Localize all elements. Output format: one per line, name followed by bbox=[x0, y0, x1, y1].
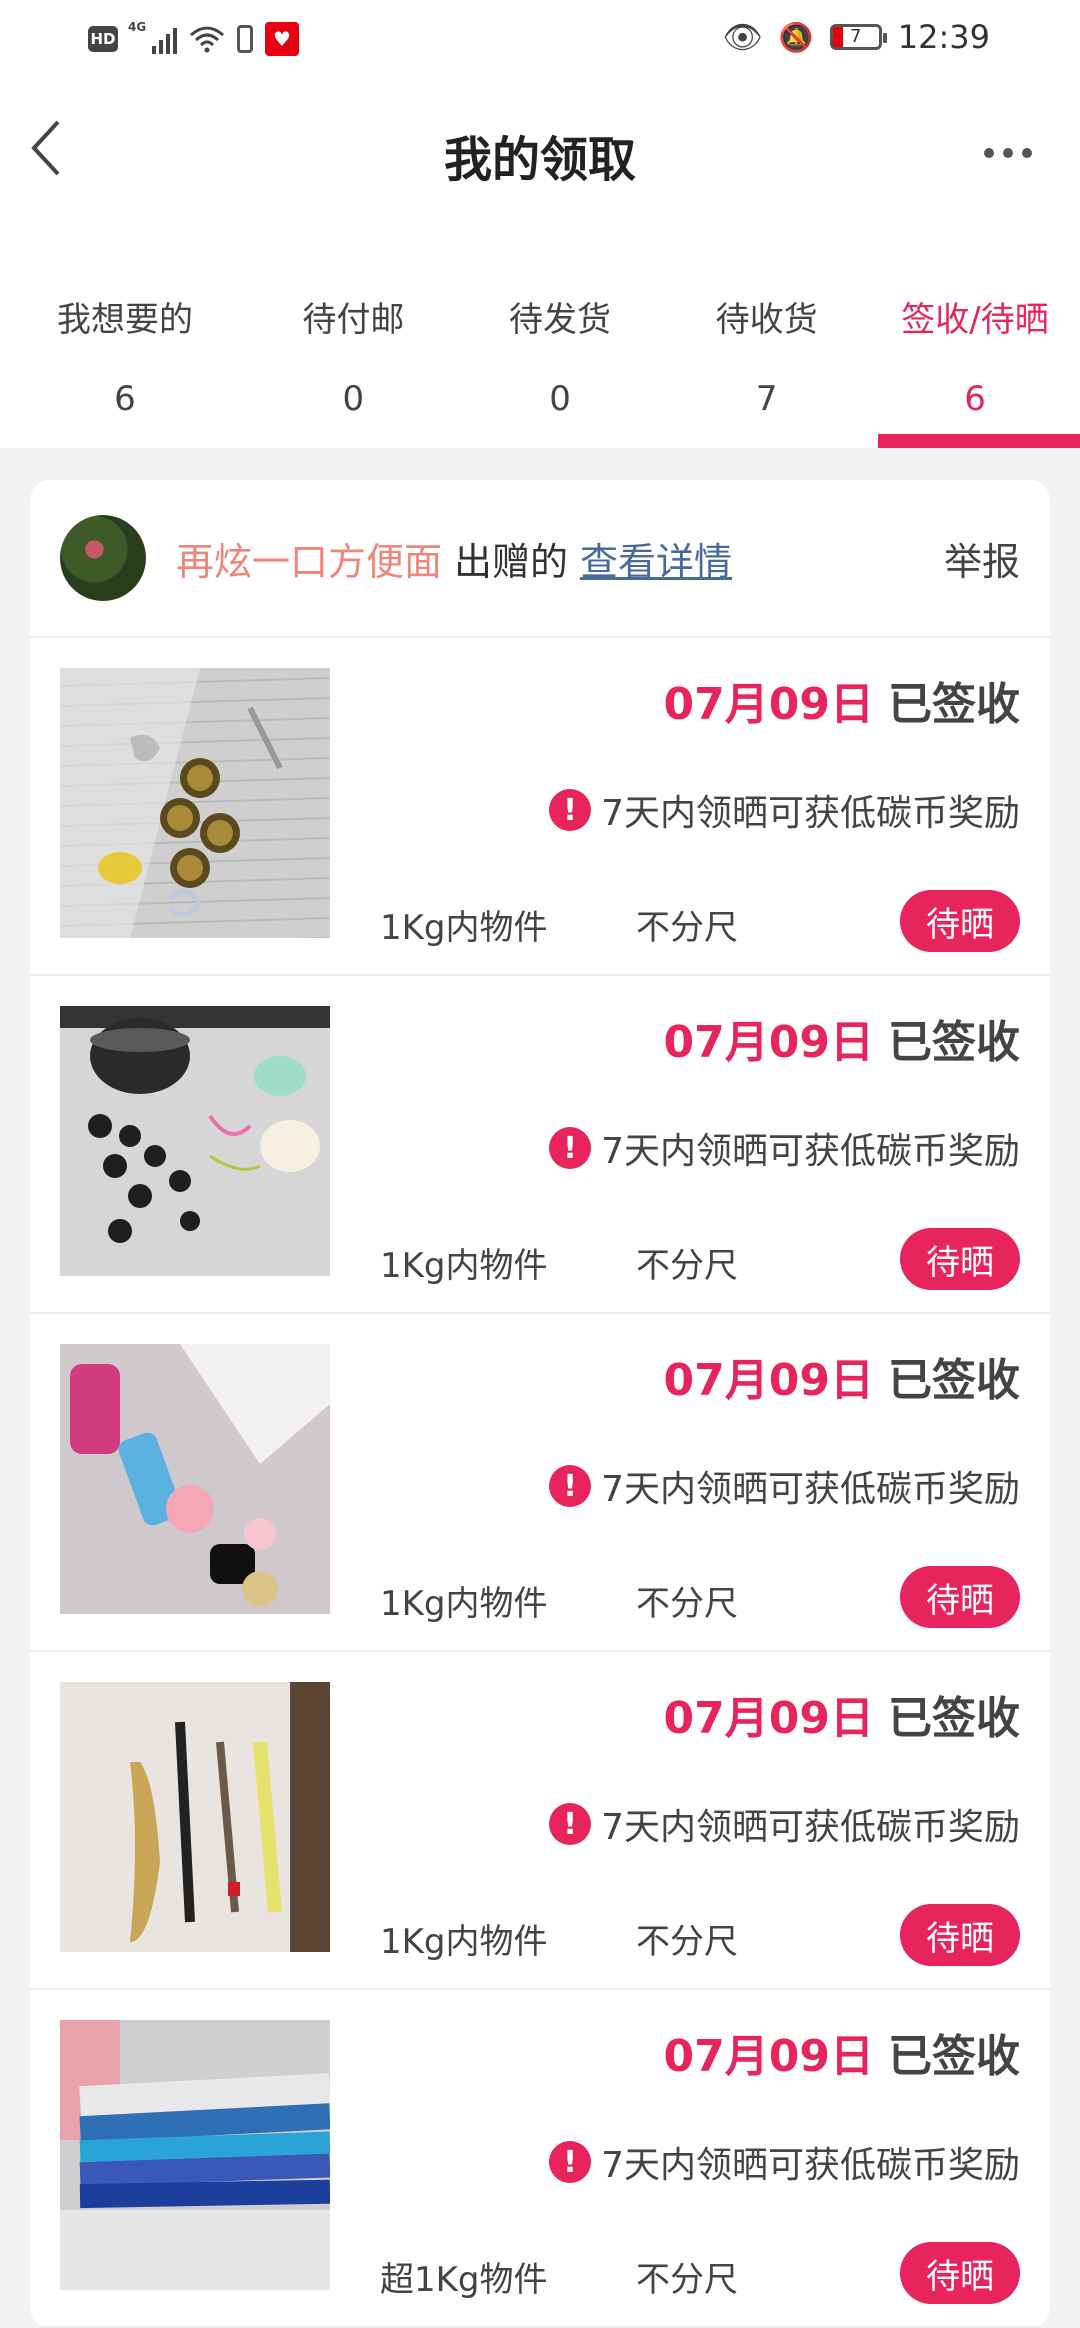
status-bar: HD 4G ♥ 👁 🔕 7 12:39 bbox=[0, 0, 1080, 80]
weight-label: 1Kg内物件 bbox=[380, 1922, 548, 1962]
list-item[interactable]: 07月09日 已签收 ! 7天内领晒可获低碳币奖励 1Kg内物件 不分尺 待晒 bbox=[30, 976, 1050, 1314]
clock: 12:39 bbox=[897, 18, 990, 56]
size-label: 不分尺 bbox=[636, 1922, 738, 1962]
alert-icon: ! bbox=[549, 1465, 592, 1507]
report-button[interactable]: 举报 bbox=[944, 531, 1020, 586]
share-pending-button[interactable]: 待晒 bbox=[900, 1566, 1020, 1628]
item-photo[interactable] bbox=[60, 1006, 330, 1276]
donor-name[interactable]: 再炫一口方便面 bbox=[176, 531, 442, 586]
tab-pending-receipt[interactable]: 待收货 7 bbox=[663, 228, 870, 448]
phone-icon bbox=[237, 25, 253, 53]
item-photo[interactable] bbox=[60, 2020, 330, 2290]
signed-date: 07月09日 已签收 bbox=[663, 1017, 1020, 1068]
order-card: 再炫一口方便面 出赠的 查看详情 举报 07月09日 已签收 ! 7天内领晒可获… bbox=[30, 480, 1050, 2328]
signed-date: 07月09日 已签收 bbox=[663, 2031, 1020, 2082]
signed-date: 07月09日 已签收 bbox=[663, 1693, 1020, 1744]
tab-pending-shipment[interactable]: 待发货 0 bbox=[457, 228, 664, 448]
signal-icon: 4G bbox=[128, 20, 177, 54]
share-pending-button[interactable]: 待晒 bbox=[900, 1228, 1020, 1290]
list-item[interactable]: 07月09日 已签收 ! 7天内领晒可获低碳币奖励 1Kg内物件 不分尺 待晒 bbox=[30, 1314, 1050, 1652]
page-title: 我的领取 bbox=[443, 132, 636, 188]
reward-notice: ! 7天内领晒可获低碳币奖励 bbox=[549, 784, 1020, 836]
item-photo[interactable] bbox=[60, 1682, 330, 1952]
share-pending-button[interactable]: 待晒 bbox=[900, 1904, 1020, 1966]
weight-label: 1Kg内物件 bbox=[380, 1584, 548, 1624]
app-notification-icon: ♥ bbox=[265, 22, 299, 56]
reward-notice: ! 7天内领晒可获低碳币奖励 bbox=[549, 1460, 1020, 1512]
weight-label: 1Kg内物件 bbox=[380, 1246, 548, 1286]
size-label: 不分尺 bbox=[636, 1246, 738, 1286]
weight-label: 1Kg内物件 bbox=[380, 908, 548, 948]
active-tab-indicator bbox=[878, 434, 1080, 448]
bell-muted-icon: 🔕 bbox=[778, 20, 814, 54]
battery-icon: 7 bbox=[829, 24, 887, 50]
list-item[interactable]: 07月09日 已签收 ! 7天内领晒可获低碳币奖励 超1Kg物件 不分尺 待晒 bbox=[30, 1990, 1050, 2328]
item-photo[interactable] bbox=[60, 668, 330, 938]
tab-pending-postage[interactable]: 待付邮 0 bbox=[250, 228, 457, 448]
donor-row: 再炫一口方便面 出赠的 查看详情 举报 bbox=[30, 480, 1050, 638]
alert-icon: ! bbox=[549, 1803, 592, 1845]
alert-icon: ! bbox=[549, 2141, 592, 2183]
share-pending-button[interactable]: 待晒 bbox=[900, 2242, 1020, 2304]
reward-notice: ! 7天内领晒可获低碳币奖励 bbox=[549, 2136, 1020, 2188]
donor-avatar[interactable] bbox=[60, 515, 146, 601]
reward-notice: ! 7天内领晒可获低碳币奖励 bbox=[549, 1122, 1020, 1174]
share-pending-button[interactable]: 待晒 bbox=[900, 890, 1020, 952]
tab-wanted[interactable]: 我想要的 6 bbox=[0, 228, 250, 448]
size-label: 不分尺 bbox=[636, 1584, 738, 1624]
size-label: 不分尺 bbox=[636, 2260, 738, 2300]
more-options-button[interactable] bbox=[984, 148, 1032, 158]
signed-date: 07月09日 已签收 bbox=[663, 679, 1020, 730]
wifi-icon bbox=[190, 26, 224, 53]
list-item[interactable]: 07月09日 已签收 ! 7天内领晒可获低碳币奖励 1Kg内物件 不分尺 待晒 bbox=[30, 638, 1050, 976]
eye-icon: 👁 bbox=[722, 18, 763, 56]
item-photo[interactable] bbox=[60, 1344, 330, 1614]
reward-notice: ! 7天内领晒可获低碳币奖励 bbox=[549, 1798, 1020, 1850]
signed-date: 07月09日 已签收 bbox=[663, 1355, 1020, 1406]
weight-label: 超1Kg物件 bbox=[380, 2260, 548, 2300]
size-label: 不分尺 bbox=[636, 908, 738, 948]
alert-icon: ! bbox=[549, 1127, 592, 1169]
hd-icon: HD bbox=[88, 26, 118, 52]
app-header: 我的领取 bbox=[0, 80, 1080, 228]
view-details-link[interactable]: 查看详情 bbox=[580, 531, 732, 586]
list-item[interactable]: 07月09日 已签收 ! 7天内领晒可获低碳币奖励 1Kg内物件 不分尺 待晒 bbox=[30, 1652, 1050, 1990]
alert-icon: ! bbox=[549, 789, 592, 831]
status-tabs: 我想要的 6 待付邮 0 待发货 0 待收货 7 签收/待晒 6 bbox=[0, 228, 1080, 448]
donor-suffix: 出赠的 bbox=[454, 539, 569, 584]
tab-signed-pending-share[interactable]: 签收/待晒 6 bbox=[870, 228, 1080, 448]
